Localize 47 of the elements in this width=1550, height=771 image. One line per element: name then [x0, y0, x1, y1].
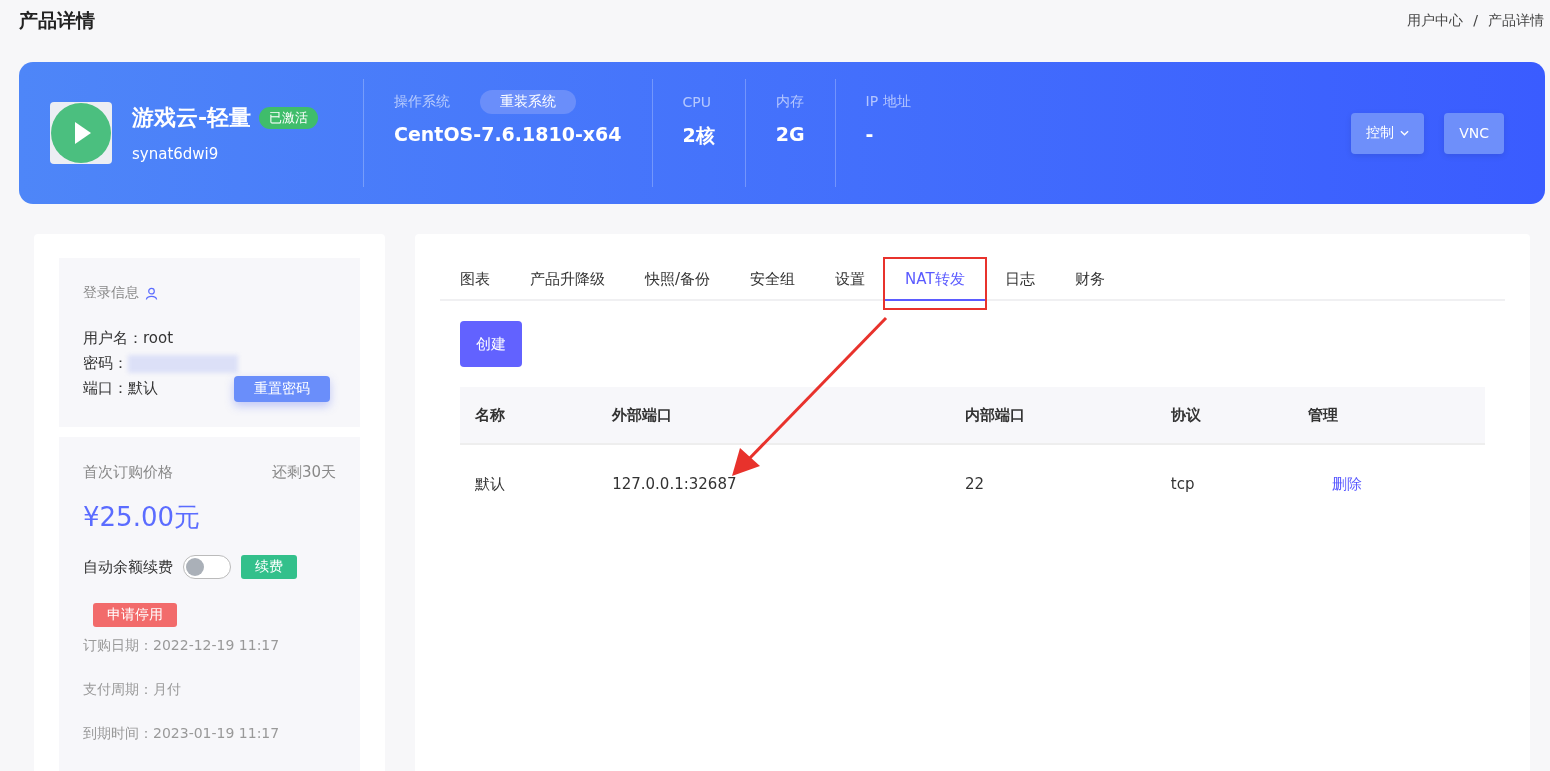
tab[interactable]: 图表 — [440, 258, 510, 301]
breadcrumb-link[interactable]: 产品详情 — [1488, 12, 1544, 30]
spec-value: - — [865, 123, 875, 145]
breadcrumb-separator: / — [1473, 12, 1478, 30]
column-header: 协议 — [1155, 387, 1293, 444]
spec-label: CPU — [682, 94, 711, 110]
table-cell: 默认 — [460, 444, 598, 523]
tab[interactable]: 产品升降级 — [510, 258, 625, 301]
create-button[interactable]: 创建 — [460, 321, 522, 367]
login-label: 用户名： — [83, 328, 143, 349]
login-label: 密码： — [83, 353, 128, 374]
section-title: 登录信息 — [83, 284, 139, 302]
billing-detail: 到期时间：2023-01-19 11:17 — [83, 724, 281, 743]
tab[interactable]: 安全组 — [730, 258, 816, 301]
tab[interactable]: NAT转发 — [885, 258, 985, 301]
column-header: 管理 — [1292, 387, 1485, 444]
login-label: 端口： — [83, 378, 128, 399]
spec-value: CentOS-7.6.1810-x64 — [394, 123, 622, 145]
billing-detail: 订购日期：2022-12-19 11:17 — [83, 636, 281, 655]
table-cell: 22 — [950, 444, 1156, 523]
price-label: 首次订购价格 — [83, 463, 173, 482]
tab[interactable]: 快照/备份 — [625, 258, 731, 301]
price: ¥25.00元 — [83, 501, 201, 534]
page-title: 产品详情 — [19, 8, 95, 33]
login-value: root — [143, 328, 174, 349]
days-remaining: 还剩30天 — [271, 463, 336, 482]
delete-link[interactable]: 删除 — [1307, 474, 1362, 493]
spec-value: 2G — [775, 123, 805, 145]
tab[interactable]: 财务 — [1054, 258, 1125, 301]
tab[interactable]: 日志 — [984, 258, 1055, 301]
tab[interactable]: 设置 — [815, 258, 886, 301]
column-header: 外部端口 — [597, 387, 950, 444]
table-cell: tcp — [1155, 444, 1293, 523]
column-header: 内部端口 — [950, 387, 1156, 444]
spec-value: 2核 — [682, 123, 715, 148]
spec-label: 内存 — [775, 93, 804, 111]
status-badge: 已激活 — [259, 107, 319, 129]
spec-label: IP 地址 — [865, 93, 911, 111]
product-id: synat6dwi9 — [132, 145, 220, 163]
billing-detail: 支付周期：月付 — [83, 680, 182, 699]
column-header: 名称 — [460, 387, 598, 444]
spec-label: 操作系统 — [394, 93, 450, 111]
breadcrumb-link[interactable]: 用户中心 — [1407, 12, 1464, 30]
auto-renew-label: 自动余额续费 — [83, 557, 173, 577]
product-name: 游戏云-轻量 — [132, 104, 252, 132]
table-cell: 127.0.0.1:32687 — [597, 444, 950, 523]
login-value: 默认 — [128, 378, 158, 399]
